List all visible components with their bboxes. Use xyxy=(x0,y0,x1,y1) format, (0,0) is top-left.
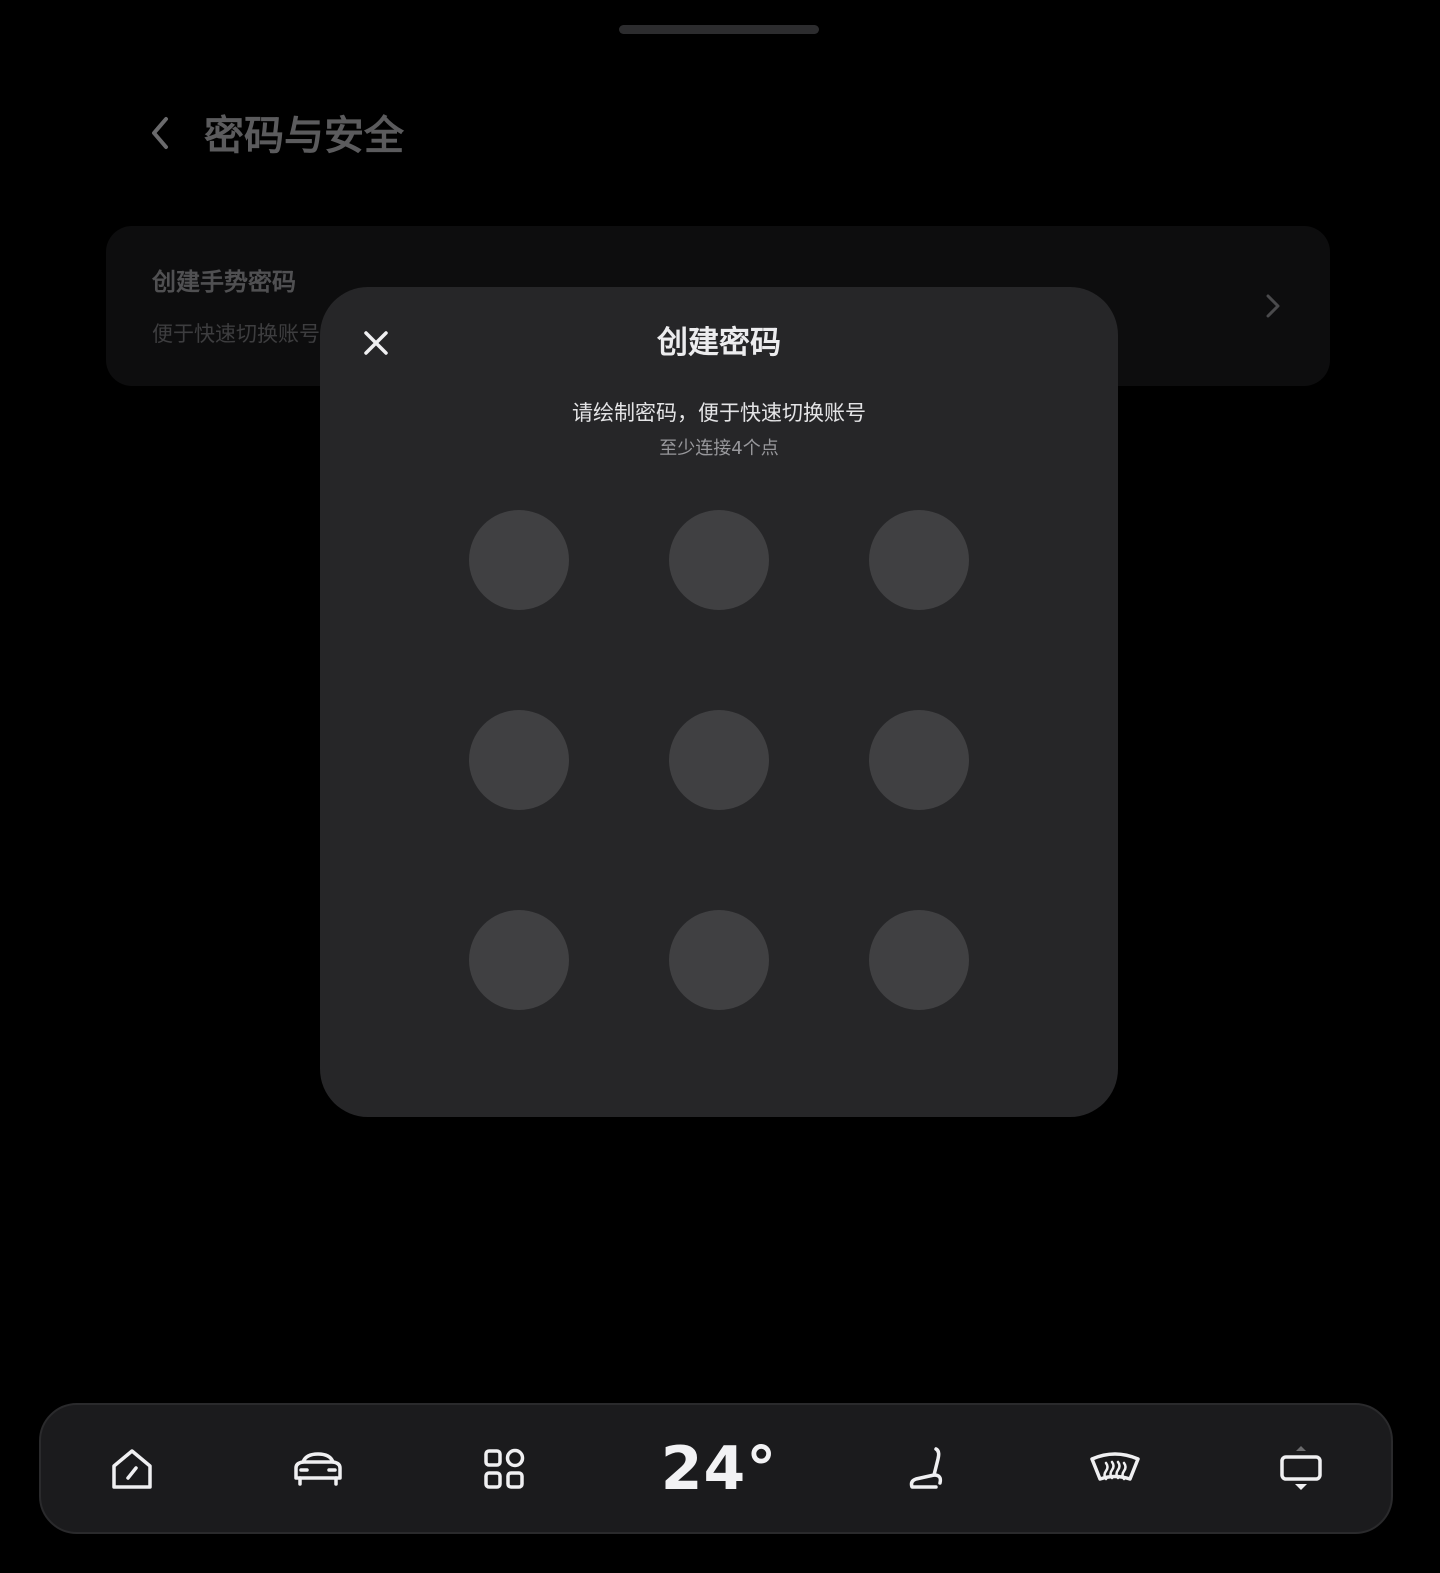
dock-seat-button[interactable] xyxy=(883,1405,973,1532)
temperature-control[interactable]: 24° xyxy=(619,1405,819,1532)
dock-screen-button[interactable] xyxy=(1256,1405,1346,1532)
dock-home-button[interactable] xyxy=(87,1405,177,1532)
setting-title: 创建手势密码 xyxy=(152,268,296,296)
create-password-dialog: 创建密码 请绘制密码，便于快速切换账号 至少连接4个点 xyxy=(320,287,1118,1117)
dock-apps-button[interactable] xyxy=(459,1405,549,1532)
pattern-dot[interactable] xyxy=(669,910,769,1010)
back-button[interactable] xyxy=(140,110,180,156)
pattern-dot[interactable] xyxy=(869,510,969,610)
windshield-defrost-icon xyxy=(1090,1451,1140,1481)
pattern-dot[interactable] xyxy=(869,910,969,1010)
pattern-dot[interactable] xyxy=(869,710,969,810)
pattern-dot[interactable] xyxy=(669,510,769,610)
pattern-dot[interactable] xyxy=(469,710,569,810)
dialog-description: 请绘制密码，便于快速切换账号 xyxy=(572,401,866,425)
home-icon xyxy=(112,1448,152,1489)
pattern-dot[interactable] xyxy=(469,910,569,1010)
drag-handle[interactable] xyxy=(619,25,819,34)
dialog-title: 创建密码 xyxy=(657,325,781,361)
page-title: 密码与安全 xyxy=(204,113,404,159)
chevron-left-icon xyxy=(152,117,168,149)
pattern-dot[interactable] xyxy=(469,510,569,610)
seat-icon xyxy=(909,1446,943,1489)
car-icon xyxy=(294,1451,342,1486)
apps-grid-icon xyxy=(484,1448,525,1489)
bottom-dock: 24° xyxy=(39,1403,1393,1534)
chevron-right-icon xyxy=(1266,294,1280,318)
pattern-lock-grid[interactable] xyxy=(469,510,969,1010)
setting-subtitle: 便于快速切换账号 xyxy=(152,322,320,346)
dialog-hint: 至少连接4个点 xyxy=(659,438,779,459)
dock-defrost-button[interactable] xyxy=(1070,1405,1160,1532)
dock-car-button[interactable] xyxy=(273,1405,363,1532)
pattern-dot[interactable] xyxy=(669,710,769,810)
screen-icon xyxy=(1280,1445,1322,1490)
